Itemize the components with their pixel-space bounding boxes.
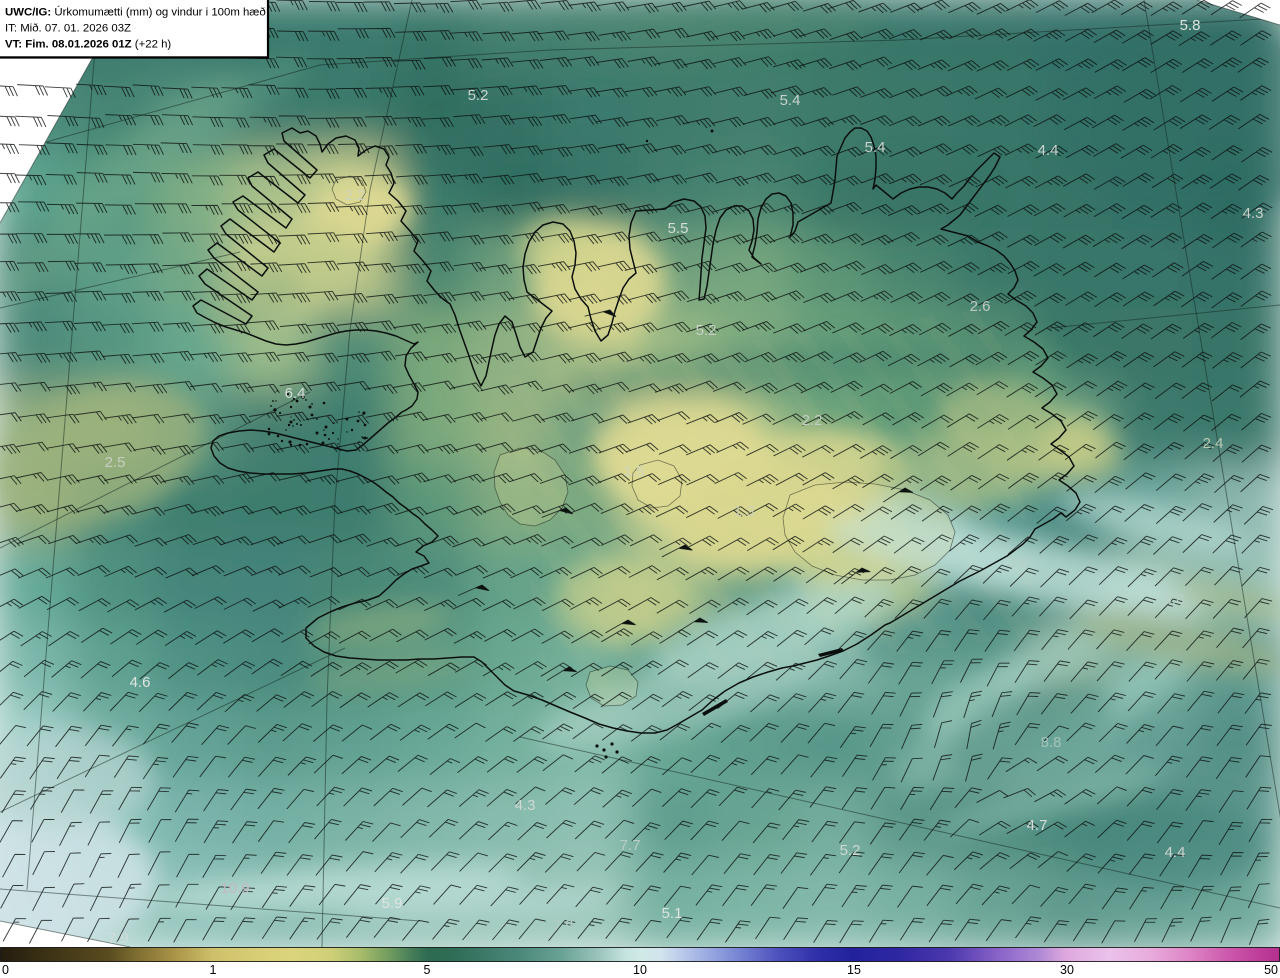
svg-text:5.8: 5.8 <box>1180 17 1201 34</box>
svg-text:5.1: 5.1 <box>662 905 683 922</box>
svg-text:5.9: 5.9 <box>382 895 403 912</box>
svg-text:6.4: 6.4 <box>285 385 306 402</box>
svg-text:5.2: 5.2 <box>696 322 717 339</box>
svg-text:1: 1 <box>210 963 217 977</box>
svg-text:1.5: 1.5 <box>624 463 645 480</box>
svg-text:15: 15 <box>847 963 861 977</box>
svg-text:5.5: 5.5 <box>668 220 689 237</box>
svg-text:7.7: 7.7 <box>620 837 641 854</box>
svg-text:VT: Fim. 08.01.2026 01Z (+22 h: VT: Fim. 08.01.2026 01Z (+22 h) <box>5 39 171 51</box>
svg-text:50: 50 <box>1264 963 1278 977</box>
svg-text:4.3: 4.3 <box>1243 205 1264 222</box>
svg-text:4.6: 4.6 <box>130 674 151 691</box>
svg-text:30: 30 <box>1060 963 1074 977</box>
svg-text:3.8: 3.8 <box>1008 554 1029 571</box>
svg-text:5.4: 5.4 <box>780 92 801 109</box>
svg-text:2.4: 2.4 <box>1203 435 1224 452</box>
svg-text:2.2: 2.2 <box>345 187 366 204</box>
svg-text:5.2: 5.2 <box>468 87 489 104</box>
svg-text:4.4: 4.4 <box>1165 844 1186 861</box>
svg-text:5.4: 5.4 <box>865 139 886 156</box>
svg-text:10: 10 <box>633 963 647 977</box>
svg-text:7.9: 7.9 <box>553 917 574 934</box>
svg-text:0: 0 <box>2 963 9 977</box>
svg-text:IT: Mið. 07. 01. 2026 03Z: IT: Mið. 07. 01. 2026 03Z <box>5 23 131 35</box>
svg-text:5: 5 <box>424 963 431 977</box>
svg-text:10.9: 10.9 <box>220 880 249 897</box>
svg-text:4.7: 4.7 <box>1027 817 1048 834</box>
svg-text:4.4: 4.4 <box>1038 142 1059 159</box>
svg-text:UWC/IG: Úrkomumætti (mm) og vi: UWC/IG: Úrkomumætti (mm) og vindur i 100… <box>5 6 266 19</box>
svg-text:8.8: 8.8 <box>1041 734 1062 751</box>
svg-text:2.6: 2.6 <box>970 298 991 315</box>
svg-text:1.3: 1.3 <box>734 503 755 520</box>
svg-text:2.5: 2.5 <box>105 454 126 471</box>
svg-text:7.9: 7.9 <box>108 930 129 947</box>
svg-text:4.3: 4.3 <box>515 797 536 814</box>
svg-text:9.8: 9.8 <box>1164 591 1185 608</box>
svg-text:5.2: 5.2 <box>840 842 861 859</box>
svg-text:2.2: 2.2 <box>802 412 823 429</box>
